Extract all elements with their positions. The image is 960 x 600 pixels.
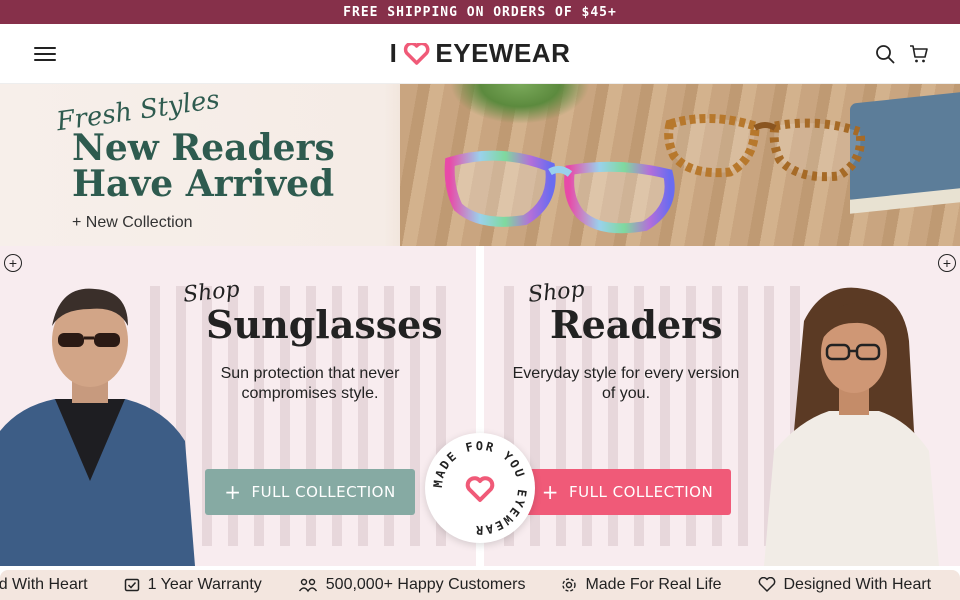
category-title: Sunglasses — [206, 302, 443, 347]
tortoise-glasses-image — [664, 114, 866, 182]
full-collection-button[interactable]: + FULL COLLECTION — [524, 469, 731, 515]
expand-plus-icon[interactable]: + — [4, 254, 22, 272]
hero-banner[interactable]: Fresh Styles New Readers Have Arrived + N… — [0, 84, 960, 246]
benefit-item: 1 Year Warranty — [124, 576, 262, 594]
new-collection-link[interactable]: + New Collection — [72, 214, 193, 232]
category-title: Readers — [550, 302, 723, 347]
badge-text: MADE FOR YOU EYEWEAR — [431, 439, 527, 537]
heart-icon — [758, 577, 775, 592]
benefit-label: 500,000+ Happy Customers — [325, 576, 526, 593]
benefit-item: 500,000+ Happy Customers — [298, 576, 526, 594]
cta-label: FULL COLLECTION — [251, 483, 396, 501]
logo[interactable]: I EYEWEAR — [390, 38, 571, 69]
svg-text:MADE FOR YOU EYEWEAR: MADE FOR YOU EYEWEAR — [431, 439, 529, 537]
made-for-you-badge: MADE FOR YOU EYEWEAR — [425, 433, 535, 543]
expand-plus-icon[interactable]: + — [938, 254, 956, 272]
gear-icon — [562, 578, 577, 592]
man-model-image — [0, 288, 195, 566]
menu-icon[interactable] — [34, 46, 56, 61]
logo-text-i: I — [389, 38, 398, 68]
plus-icon: + — [541, 480, 560, 504]
benefit-item: Made For Real Life — [561, 576, 722, 594]
heart-logo-icon — [403, 42, 430, 65]
benefit-label: Made For Real Life — [585, 576, 722, 593]
check-icon — [124, 578, 139, 592]
cart-icon[interactable] — [908, 43, 930, 65]
hero-title: New Readers Have Arrived — [72, 130, 335, 202]
promo-banner: FREE SHIPPING ON ORDERS OF $45+ — [0, 0, 960, 24]
site-header: I EYEWEAR — [0, 24, 960, 84]
logo-text-eyewear: EYEWEAR — [435, 38, 571, 68]
category-description: Everyday style for every version of you. — [512, 365, 740, 402]
heart-icon — [465, 476, 495, 502]
search-icon[interactable] — [874, 43, 896, 65]
category-card-sunglasses[interactable]: + Shop Sunglasses Sun protection that ne… — [0, 246, 476, 566]
hero-title-line2: Have Arrived — [72, 163, 335, 205]
benefit-label: 1 Year Warranty — [147, 576, 262, 593]
benefit-item: Designed With Heart — [0, 576, 88, 594]
hero-greenery — [450, 84, 590, 124]
cta-label: FULL COLLECTION — [569, 483, 714, 501]
benefit-label: Designed With Heart — [0, 576, 88, 593]
category-description: Sun protection that never compromises st… — [220, 365, 400, 402]
benefit-label: Designed With Heart — [783, 576, 932, 593]
benefit-item: Designed With Heart — [758, 576, 932, 594]
people-icon — [298, 578, 317, 593]
full-collection-button[interactable]: + FULL COLLECTION — [205, 469, 415, 515]
promo-text: FREE SHIPPING ON ORDERS OF $45+ — [343, 4, 617, 20]
category-section: + Shop Sunglasses Sun protection that ne… — [0, 246, 960, 566]
benefits-strip: Designed With Heart 1 Year Warranty 500,… — [0, 570, 960, 600]
woman-model-image — [764, 287, 939, 566]
plus-icon: + — [224, 480, 242, 504]
category-card-readers[interactable]: + Shop Readers Everyday style for every … — [484, 246, 960, 566]
